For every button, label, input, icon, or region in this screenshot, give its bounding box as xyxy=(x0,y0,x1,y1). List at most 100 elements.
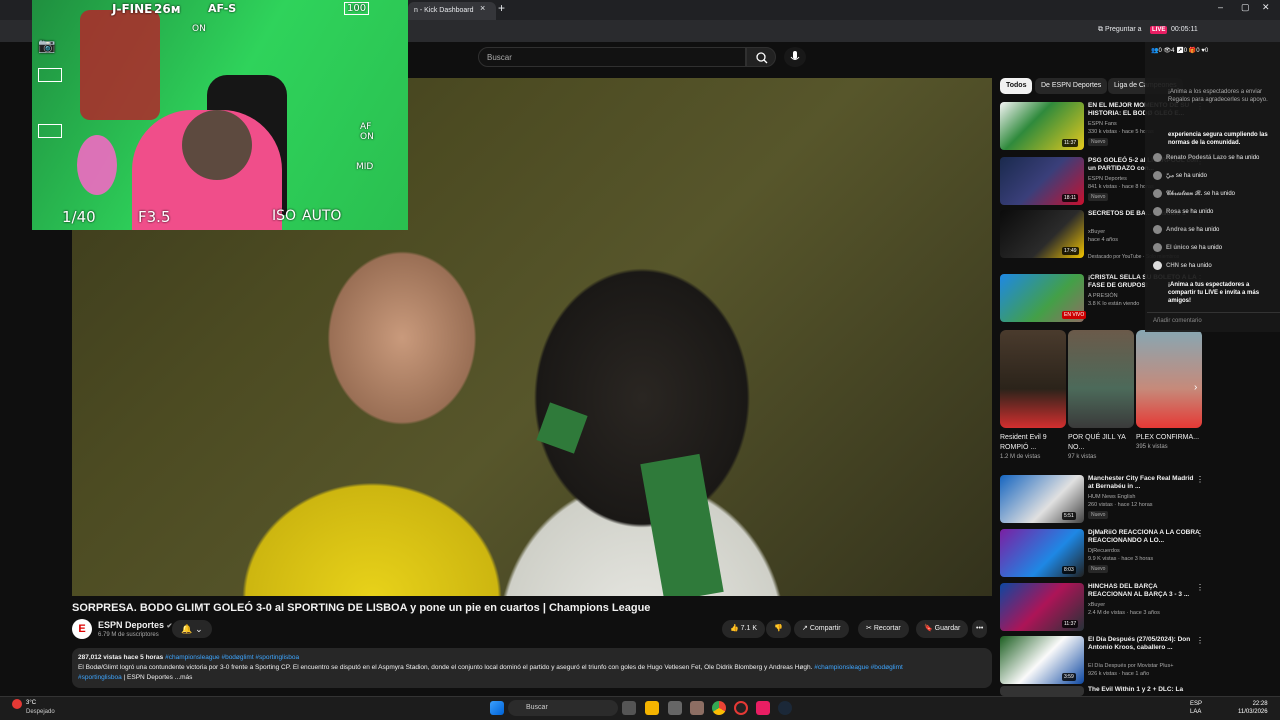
ask-assistant-button[interactable]: ⧉ Preguntar a xyxy=(1098,26,1142,34)
obs-icon[interactable] xyxy=(734,701,748,715)
chip-all[interactable]: Todos xyxy=(1000,78,1033,94)
tab-title: n - Kick Dashboard xyxy=(414,7,474,14)
desc-more[interactable]: | ESPN Deportes ...más xyxy=(124,674,193,681)
short-thumbnail[interactable] xyxy=(1136,330,1202,428)
like-button[interactable]: 👍 7.1 K xyxy=(722,620,766,638)
desc-hashtags-2[interactable]: #championsleague #bodøglimt xyxy=(814,664,903,671)
thumbs-up-icon: 👍 xyxy=(730,625,739,632)
recommendation-item[interactable]: 5:51 Manchester City Face Real Madrid at… xyxy=(1000,475,1205,525)
save-button[interactable]: 🔖 Guardar xyxy=(916,620,969,638)
bookmark-icon: 🔖 xyxy=(924,625,933,632)
short-title[interactable]: Resident Evil 9 ROMPIÓ ... xyxy=(1000,433,1066,453)
minimize-button[interactable]: – xyxy=(1218,2,1223,12)
chip-channel[interactable]: De ESPN Deportes xyxy=(1035,78,1108,94)
language-indicator[interactable]: ESP LAA xyxy=(1190,700,1202,716)
rec-channel[interactable]: El Día Después por Movistar Plus+ xyxy=(1088,663,1173,669)
subscription-bell-button[interactable]: 🔔 ⌄ xyxy=(172,620,212,638)
weather-icon[interactable] xyxy=(12,699,22,709)
channel-name[interactable]: ESPN Deportes ✔ xyxy=(98,620,172,630)
short-title[interactable]: POR QUÉ JILL YA NO... xyxy=(1068,433,1134,453)
user-avatar-icon xyxy=(1153,171,1162,180)
video-thumbnail[interactable] xyxy=(1000,686,1084,696)
more-options-icon[interactable]: ⋮ xyxy=(1196,529,1204,538)
dislike-button[interactable]: 👎 xyxy=(766,620,791,638)
more-options-icon[interactable]: ⋮ xyxy=(1196,475,1204,484)
desc-stats: 287,012 vistas hace 5 horas xyxy=(78,654,164,661)
rec-meta: 330 k vistas · hace 5 horas xyxy=(1088,129,1154,135)
channel-avatar[interactable]: E xyxy=(72,619,92,639)
rec-title[interactable]: El Día Después (27/05/2024): Don Antonio… xyxy=(1088,636,1200,652)
app-icon[interactable] xyxy=(668,701,682,715)
short-views: 97 k vistas xyxy=(1068,454,1097,460)
rec-title[interactable]: The Evil Within 1 y 2 + DLC: La xyxy=(1088,686,1200,694)
chat-comment-input[interactable]: Añadir comentario xyxy=(1147,312,1280,330)
battery-icon: 100 xyxy=(344,2,370,15)
more-options-icon[interactable]: ⋮ xyxy=(1196,636,1204,645)
short-views: 395 k vistas xyxy=(1136,444,1168,450)
steam-icon[interactable] xyxy=(778,701,792,715)
short-thumbnail[interactable] xyxy=(1000,330,1066,428)
rec-meta: 841 k vistas · hace 8 horas xyxy=(1088,184,1154,190)
more-options-icon[interactable]: ⋮ xyxy=(1196,583,1204,592)
recommendation-item[interactable]: 11:37 HINCHAS DEL BARÇA REACCIONAN AL BA… xyxy=(1000,583,1205,633)
rec-channel[interactable]: xBuyer xyxy=(1088,602,1105,608)
share-button[interactable]: ↗ Compartir xyxy=(794,620,849,638)
short-item[interactable]: PLEX CONFIRMA... 395 k vistas xyxy=(1136,330,1202,450)
rec-channel[interactable]: A PRESIÓN xyxy=(1088,293,1118,299)
rec-title[interactable]: HINCHAS DEL BARÇA REACCIONAN AL BARÇA 3 … xyxy=(1088,583,1200,599)
video-duration: 11:37 xyxy=(1062,620,1079,628)
chat-join-message: 𝓒𝓱𝓻𝓲𝓼𝓽𝓲𝓪𝓷 𝓡. se ha unido xyxy=(1153,189,1235,198)
desc-hashtags[interactable]: #championsleague #bodøglimt #sportinglis… xyxy=(165,654,299,661)
search-button[interactable] xyxy=(746,47,776,67)
scissors-icon: ✂ xyxy=(866,625,872,632)
share-icon: ↗ xyxy=(802,625,808,632)
rec-badge: Nuevo xyxy=(1088,565,1109,573)
rec-title[interactable]: Manchester City Face Real Madrid at Bern… xyxy=(1088,475,1200,491)
task-view-icon[interactable] xyxy=(622,701,636,715)
clip-button[interactable]: ✂ Recortar xyxy=(858,620,909,638)
tiktok-icon[interactable] xyxy=(756,701,770,715)
rec-channel[interactable]: ESPN Fans xyxy=(1088,121,1117,127)
system-clock[interactable]: 22:28 11/03/2026 xyxy=(1238,700,1268,716)
desc-hashtags-3[interactable]: #sportinglisboa xyxy=(78,674,122,681)
maximize-button[interactable]: ▢ xyxy=(1241,2,1250,13)
chat-join-message: Andrea se ha unido xyxy=(1153,225,1219,234)
rec-channel[interactable]: DjRecuerdos xyxy=(1088,548,1120,554)
chevron-down-icon: ⌄ xyxy=(195,624,203,634)
rec-channel[interactable]: ESPN Deportes xyxy=(1088,176,1127,182)
chevron-right-icon[interactable]: › xyxy=(1194,382,1197,393)
windows-start-icon[interactable] xyxy=(490,701,504,715)
rec-channel[interactable]: HUM News English xyxy=(1088,494,1135,500)
short-thumbnail[interactable] xyxy=(1068,330,1134,428)
windows-taskbar xyxy=(0,696,1280,720)
rec-badge: Nuevo xyxy=(1088,511,1109,519)
cam-aperture: F3.5 xyxy=(138,208,171,226)
search-input[interactable]: Buscar xyxy=(478,47,746,67)
webcam-lamp xyxy=(77,135,117,195)
rec-title[interactable]: DjMaRiiO REACCIONA A LA COBRA REACCIONAN… xyxy=(1088,529,1200,545)
more-actions-button[interactable]: ••• xyxy=(972,620,988,638)
rec-channel[interactable]: xBuyer xyxy=(1088,229,1105,235)
weather-desc[interactable]: Despejado xyxy=(26,709,55,715)
chat-invite-notice: ¡Anima a tus espectadores a compartir tu… xyxy=(1168,282,1260,304)
short-item[interactable]: Resident Evil 9 ROMPIÓ ... 1.2 M de vist… xyxy=(1000,330,1066,460)
weather-temp[interactable]: 3°C xyxy=(26,700,36,706)
recommendation-item[interactable]: 3:59 El Día Después (27/05/2024): Don An… xyxy=(1000,636,1205,686)
cam-mid: MID xyxy=(356,162,374,172)
voice-search-button[interactable] xyxy=(784,47,806,67)
recommendation-item[interactable]: The Evil Within 1 y 2 + DLC: La xyxy=(1000,686,1205,696)
close-window-button[interactable]: ✕ xyxy=(1262,2,1270,13)
bell-icon: 🔔 xyxy=(181,624,193,634)
chrome-icon[interactable] xyxy=(712,701,726,715)
recommendation-item[interactable]: 8:03 DjMaRiiO REACCIONA A LA COBRA REACC… xyxy=(1000,529,1205,579)
tab-close-icon[interactable]: × xyxy=(480,3,485,13)
cam-lens: J-FINE xyxy=(112,2,153,16)
taskbar-search-input[interactable]: Buscar xyxy=(508,700,618,716)
rec-meta: 2.4 M de vistas · hace 3 años xyxy=(1088,610,1160,616)
file-explorer-icon[interactable] xyxy=(645,701,659,715)
app-icon[interactable] xyxy=(690,701,704,715)
short-title[interactable]: PLEX CONFIRMA... xyxy=(1136,433,1202,443)
short-item[interactable]: POR QUÉ JILL YA NO... 97 k vistas xyxy=(1068,330,1134,460)
new-tab-button[interactable]: + xyxy=(498,1,505,15)
video-description[interactable]: 287,012 vistas hace 5 horas #championsle… xyxy=(72,648,992,688)
